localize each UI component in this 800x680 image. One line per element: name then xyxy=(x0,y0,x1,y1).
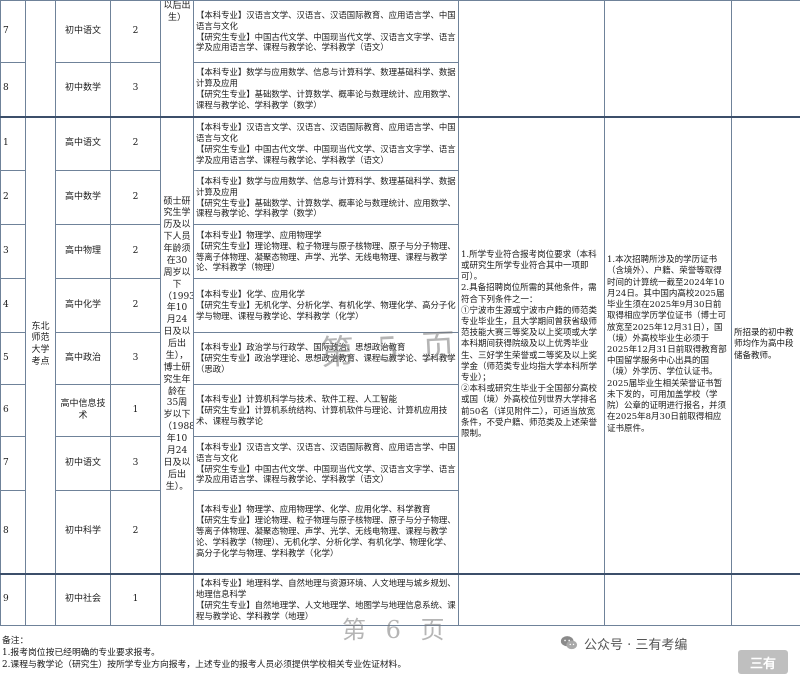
count-cell: 2 xyxy=(110,278,161,333)
index-cell: 2 xyxy=(0,170,26,225)
wechat-label: 公众号 · 三有考编 xyxy=(584,637,688,653)
certificates-cell-empty xyxy=(604,572,732,626)
major-text: 【本科专业】物理学、应用物理学 【研究生专业】理论物理、粒子物理与原子核物理、原… xyxy=(196,229,456,273)
subject-cell: 高中信息技术 xyxy=(55,384,111,437)
major-text: 【本科专业】政治学与行政学、国际政治、思想政治教育 【研究生专业】政治学理论、思… xyxy=(196,342,456,374)
major-cell: 【本科专业】计算机科学与技术、软件工程、人工智能 【研究生专业】计算机系统结构、… xyxy=(193,384,459,437)
subject-cell: 初中语文 xyxy=(55,436,111,491)
index-cell: 3 xyxy=(0,224,26,279)
count-cell: 2 xyxy=(110,490,161,574)
certificates-cell-empty xyxy=(604,0,732,117)
note-cell-empty xyxy=(731,0,800,117)
major-cell: 【本科专业】地理科学、自然地理与资源环境、人文地理与城乡规划、地理信息科学 【研… xyxy=(193,572,459,626)
major-cell: 【本科专业】物理学、应用物理学、化学、应用化学、科学教育 【研究生专业】理论物理… xyxy=(193,490,459,574)
requirements-cell-empty xyxy=(458,572,605,626)
major-text: 【本科专业】计算机科学与技术、软件工程、人工智能 【研究生专业】计算机系统结构、… xyxy=(196,394,448,426)
major-cell: 【本科专业】物理学、应用物理学 【研究生专业】理论物理、粒子物理与原子核物理、原… xyxy=(193,224,459,279)
major-text: 【本科专业】数学与应用数学、信息与计算科学、数理基础科学、数据计算及应用 【研究… xyxy=(196,175,456,219)
major-text: 【本科专业】物理学、应用物理学、化学、应用化学、科学教育 【研究生专业】理论物理… xyxy=(196,504,456,559)
index-cell: 7 xyxy=(0,436,26,491)
subject-cell: 高中数学 xyxy=(55,170,111,225)
major-cell: 【本科专业】化学、应用化学 【研究生专业】无机化学、分析化学、有机化学、物理化学… xyxy=(193,278,459,333)
count-cell: 2 xyxy=(110,115,161,171)
requirements-cell: 1.所学专业符合报考岗位要求（本科或研究生所学专业符合其中一项即可）。 2.具备… xyxy=(458,115,605,574)
major-text: 【本科专业】地理科学、自然地理与资源环境、人文地理与城乡规划、地理信息科学 【研… xyxy=(196,577,456,621)
major-text: 【本科专业】化学、应用化学 【研究生专业】无机化学、分析化学、有机化学、物理化学… xyxy=(196,289,456,321)
major-text: 【本科专业】汉语言文学、汉语言、汉语国际教育、应用语言学、中国语言与文化 【研究… xyxy=(196,441,456,485)
note-cell-empty xyxy=(731,572,800,626)
count-cell: 2 xyxy=(110,0,161,63)
subject-cell: 高中物理 xyxy=(55,224,111,279)
age-requirement-cell: 硕士研究生学历及以下人员年龄须在30周岁以下（1993年10月24日及以后出生）… xyxy=(160,115,194,574)
index-cell: 8 xyxy=(0,490,26,574)
subject-cell: 高中政治 xyxy=(55,332,111,385)
index-cell: 8 xyxy=(0,62,26,117)
table-row: 1 东北师范大学考点 高中语文 2 硕士研究生学历及以下人员年龄须在30周岁以下… xyxy=(0,115,800,574)
document-page: 7 初中语文 2 以后出生） 【本科专业】汉语言文学、汉语言、汉语国际教育、应用… xyxy=(0,0,800,680)
age-fragment-cell: 以后出生） xyxy=(160,0,194,117)
table-row: 9 初中社会 1 【本科专业】地理科学、自然地理与资源环境、人文地理与城乡规划、… xyxy=(0,572,800,626)
unit-cell-empty xyxy=(25,572,56,626)
major-text: 【本科专业】数学与应用数学、信息与计算科学、数理基础科学、数据计算及应用 【研究… xyxy=(196,67,456,111)
unit-cell-empty xyxy=(25,0,56,117)
note-cell: 所招录的初中教师均作为高中段储备教师。 xyxy=(731,115,800,574)
major-cell: 【本科专业】数学与应用数学、信息与计算科学、数理基础科学、数据计算及应用 【研究… xyxy=(193,62,459,117)
major-cell: 【本科专业】汉语言文学、汉语言、汉语国际教育、应用语言学、中国语言与文化 【研究… xyxy=(193,436,459,491)
wechat-icon xyxy=(560,636,578,650)
major-cell: 【本科专业】政治学与行政学、国际政治、思想政治教育 【研究生专业】政治学理论、思… xyxy=(193,332,459,385)
index-cell: 1 xyxy=(0,115,26,171)
index-cell: 7 xyxy=(0,0,26,63)
count-cell: 2 xyxy=(110,170,161,225)
table-row: 7 初中语文 2 以后出生） 【本科专业】汉语言文学、汉语言、汉语国际教育、应用… xyxy=(0,0,800,117)
subject-cell: 高中语文 xyxy=(55,115,111,171)
subject-cell: 初中科学 xyxy=(55,490,111,574)
major-text: 【本科专业】汉语言文学、汉语言、汉语国际教育、应用语言学、中国语言与文化 【研究… xyxy=(196,121,456,165)
subject-cell: 初中数学 xyxy=(55,62,111,117)
count-cell: 3 xyxy=(110,332,161,385)
subject-cell: 初中社会 xyxy=(55,572,111,626)
count-cell: 3 xyxy=(110,436,161,491)
remarks-line-2: 2.课程与教学论（研究生）按所学专业方向报考，上述专业的报考人员必须提供学校相关… xyxy=(2,659,407,670)
count-cell: 1 xyxy=(110,572,161,626)
count-cell: 3 xyxy=(110,62,161,117)
recruitment-table: 7 初中语文 2 以后出生） 【本科专业】汉语言文学、汉语言、汉语国际教育、应用… xyxy=(0,0,800,626)
requirements-cell-empty xyxy=(458,0,605,117)
major-cell: 【本科专业】数学与应用数学、信息与计算科学、数理基础科学、数据计算及应用 【研究… xyxy=(193,170,459,225)
index-cell: 4 xyxy=(0,278,26,333)
subject-cell: 初中语文 xyxy=(55,0,111,63)
unit-cell: 东北师范大学考点 xyxy=(25,115,56,574)
age-cell-empty xyxy=(160,572,194,626)
count-cell: 2 xyxy=(110,224,161,279)
major-cell: 【本科专业】汉语言文学、汉语言、汉语国际教育、应用语言学、中国语言与文化 【研究… xyxy=(193,115,459,171)
requirements-text: 1.所学专业符合报考岗位要求（本科或研究生所学专业符合其中一项即可）。 2.具备… xyxy=(461,249,598,440)
subject-cell: 高中化学 xyxy=(55,278,111,333)
corner-badge: 三有 xyxy=(738,650,788,674)
certificates-cell: 1.本次招聘所涉及的学历证书（含境外）、户籍、荣誉等取得时间的计算统一截至202… xyxy=(604,115,732,574)
index-cell: 5 xyxy=(0,332,26,385)
index-cell: 9 xyxy=(0,572,26,626)
count-cell: 1 xyxy=(110,384,161,437)
wechat-watermark: 公众号 · 三有考编 xyxy=(556,632,692,654)
index-cell: 6 xyxy=(0,384,26,437)
major-cell: 【本科专业】汉语言文学、汉语言、汉语国际教育、应用语言学、中国语言与文化 【研究… xyxy=(193,0,459,63)
major-text: 【本科专业】汉语言文学、汉语言、汉语国际教育、应用语言学、中国语言与文化 【研究… xyxy=(196,9,456,53)
